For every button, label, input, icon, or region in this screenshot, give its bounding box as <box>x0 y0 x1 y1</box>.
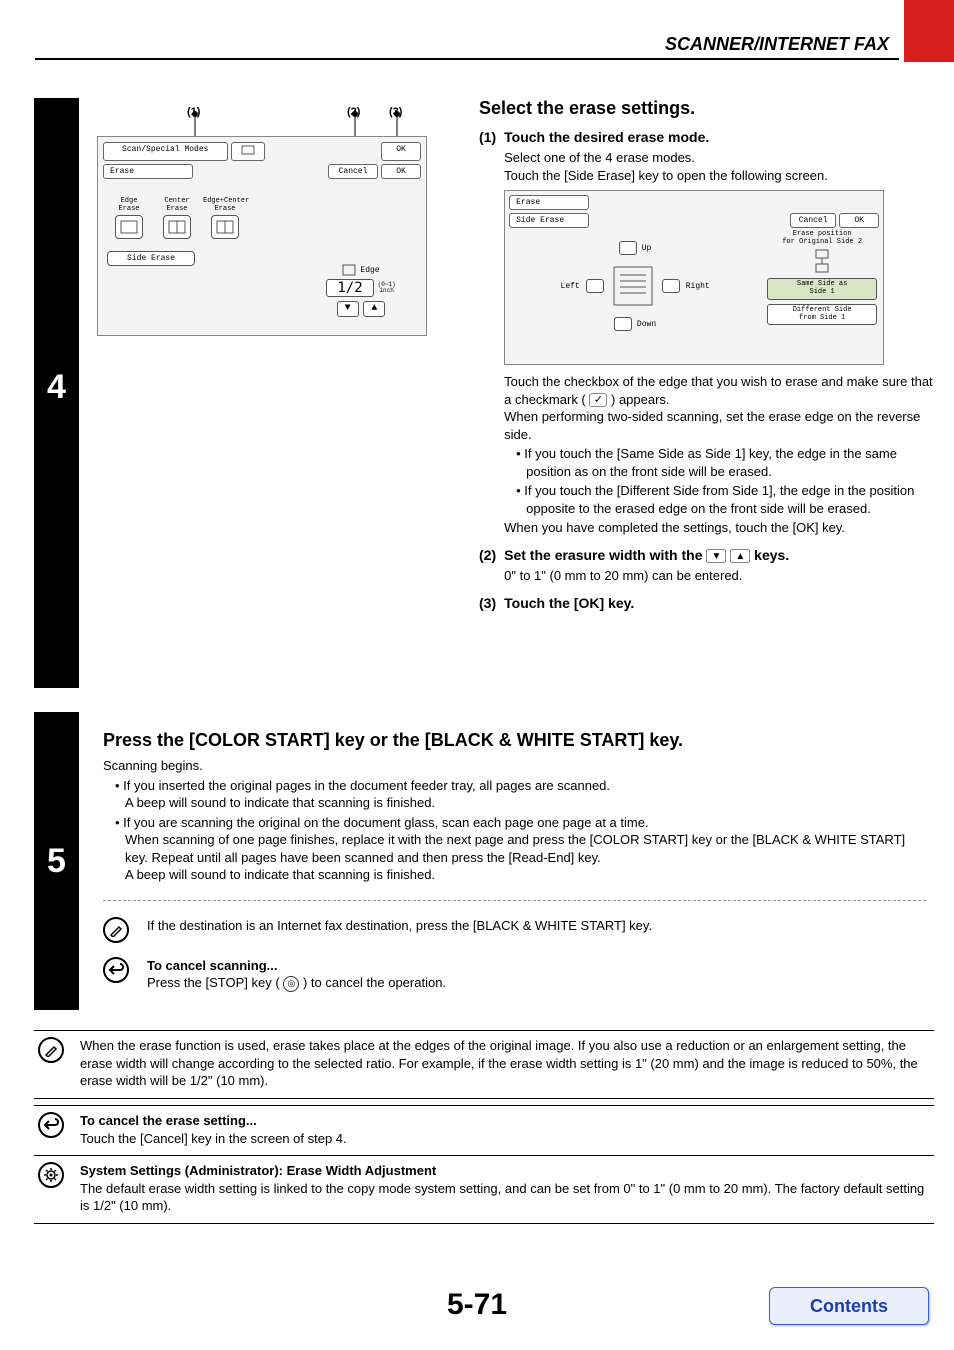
erase-pos-label: Erase position for Original Side 2 <box>767 231 877 246</box>
header-rule <box>35 58 899 60</box>
side-erase-screen: Erase Side Erase Cancel OK Up Left <box>504 190 884 365</box>
note1-text: If the destination is an Internet fax de… <box>147 917 652 935</box>
sub1-heading: Touch the desired erase mode. <box>504 129 934 145</box>
same-side-button[interactable]: Same Side as Side 1 <box>767 278 877 299</box>
edge-unit: (0~1) inch <box>378 282 396 294</box>
center-erase-mode[interactable]: Center Erase <box>155 197 199 241</box>
right-checkbox[interactable] <box>662 279 680 293</box>
dashed-separator <box>103 900 926 901</box>
s2-cancel-button[interactable]: Cancel <box>790 213 836 228</box>
info3-text: The default erase width setting is linke… <box>80 1180 930 1215</box>
sub1-p1: Select one of the 4 erase modes. <box>504 149 934 167</box>
edge-up-button[interactable]: ▲ <box>363 301 385 317</box>
pencil-icon <box>103 917 129 943</box>
step-4-gutter: 4 <box>34 98 79 688</box>
cancel-button[interactable]: Cancel <box>328 164 378 179</box>
cancel-scanning-heading: To cancel scanning... <box>147 957 446 975</box>
erase-mode-screen: Scan/Special Modes OK Erase Cancel OK Ed… <box>97 136 427 336</box>
info2-heading: To cancel the erase setting... <box>80 1112 930 1130</box>
step5-p1: Scanning begins. <box>103 757 926 775</box>
side-erase-button[interactable]: Side Erase <box>107 251 195 266</box>
section-header: SCANNER/INTERNET FAX <box>0 34 899 55</box>
right-label: Right <box>686 282 710 291</box>
ok-button-top[interactable]: OK <box>381 142 421 161</box>
sub1-p4: When performing two-sided scanning, set … <box>504 408 934 443</box>
cancel-scanning-row: To cancel scanning... Press the [STOP] k… <box>103 957 926 992</box>
info3-heading: System Settings (Administrator): Erase W… <box>80 1162 930 1180</box>
contents-button[interactable]: Contents <box>769 1287 929 1325</box>
sub3-heading: Touch the [OK] key. <box>504 595 634 611</box>
edge-label: Edge <box>360 266 379 275</box>
pencil-icon-2 <box>38 1037 64 1063</box>
up-label: Up <box>642 244 652 253</box>
flip-icon <box>812 248 832 274</box>
note-internet-fax: If the destination is an Internet fax de… <box>103 917 926 943</box>
sub1-p3: Touch the checkbox of the edge that you … <box>504 373 934 408</box>
back-arrow-icon <box>103 957 129 983</box>
edge-center-erase-icon <box>211 215 239 239</box>
edge-down-button[interactable]: ▼ <box>337 301 359 317</box>
down-key-icon: ▼ <box>706 549 726 563</box>
edge-center-erase-label: Edge+Center Erase <box>203 197 247 213</box>
center-erase-label: Center Erase <box>155 197 199 213</box>
down-checkbox[interactable] <box>614 317 632 331</box>
edge-erase-mode[interactable]: Edge Erase <box>107 197 151 241</box>
sub2-p: 0" to 1" (0 mm to 20 mm) can be entered. <box>504 567 934 585</box>
step-5-number: 5 <box>34 842 79 881</box>
up-checkbox[interactable] <box>619 241 637 255</box>
page-diagram-icon <box>610 263 656 309</box>
sub1-b1: If you touch the [Same Side as Side 1] k… <box>516 445 934 480</box>
thumb-icon[interactable] <box>231 142 265 161</box>
step-4-number: 4 <box>34 368 79 407</box>
center-erase-icon <box>163 215 191 239</box>
sub1-b2: If you touch the [Different Side from Si… <box>516 482 934 517</box>
step5-b2: If you are scanning the original on the … <box>115 814 926 884</box>
gear-icon <box>38 1162 64 1188</box>
s2-ok-button[interactable]: OK <box>839 213 879 228</box>
left-label: Left <box>561 282 580 291</box>
edge-erase-icon <box>115 215 143 239</box>
down-label: Down <box>637 320 656 329</box>
scan-special-modes-bar: Scan/Special Modes <box>103 142 228 161</box>
info1-text: When the erase function is used, erase t… <box>80 1037 930 1090</box>
step5-title: Press the [COLOR START] key or the [BLAC… <box>103 730 926 751</box>
sub1-p5: When you have completed the settings, to… <box>504 519 934 537</box>
checkmark-icon: ✓ <box>589 393 607 407</box>
sub1-p2: Touch the [Side Erase] key to open the f… <box>504 167 934 185</box>
step5-b1: If you inserted the original pages in th… <box>115 777 926 812</box>
edge-erase-label: Edge Erase <box>107 197 151 213</box>
edge-icon <box>342 264 356 276</box>
sub2-label: (2) <box>479 547 496 585</box>
s2-bar2: Side Erase <box>509 213 589 228</box>
up-key-icon: ▲ <box>730 549 750 563</box>
sub3-label: (3) <box>479 595 496 615</box>
edge-value: 1/2 <box>326 279 373 297</box>
sub2-heading: Set the erasure width with the ▼ ▲ keys. <box>504 547 934 563</box>
step4-title: Select the erase settings. <box>479 98 934 119</box>
back-arrow-icon-2 <box>38 1112 64 1138</box>
edge-center-erase-mode[interactable]: Edge+Center Erase <box>203 197 247 241</box>
screen1-callouts: (1) (2) (3) <box>97 106 427 136</box>
red-corner <box>904 0 954 62</box>
left-checkbox[interactable] <box>586 279 604 293</box>
diff-side-button[interactable]: Different Side from Side 1 <box>767 304 877 325</box>
step-5-gutter: 5 <box>34 712 79 1010</box>
s2-bar1: Erase <box>509 195 589 210</box>
cancel-scanning-text: Press the [STOP] key ( ◎ ) to cancel the… <box>147 974 446 992</box>
erase-bar: Erase <box>103 164 193 179</box>
stop-key-icon: ◎ <box>283 976 299 992</box>
ok-button[interactable]: OK <box>381 164 421 179</box>
info2-text: Touch the [Cancel] key in the screen of … <box>80 1130 930 1148</box>
sub1-label: (1) <box>479 129 496 537</box>
